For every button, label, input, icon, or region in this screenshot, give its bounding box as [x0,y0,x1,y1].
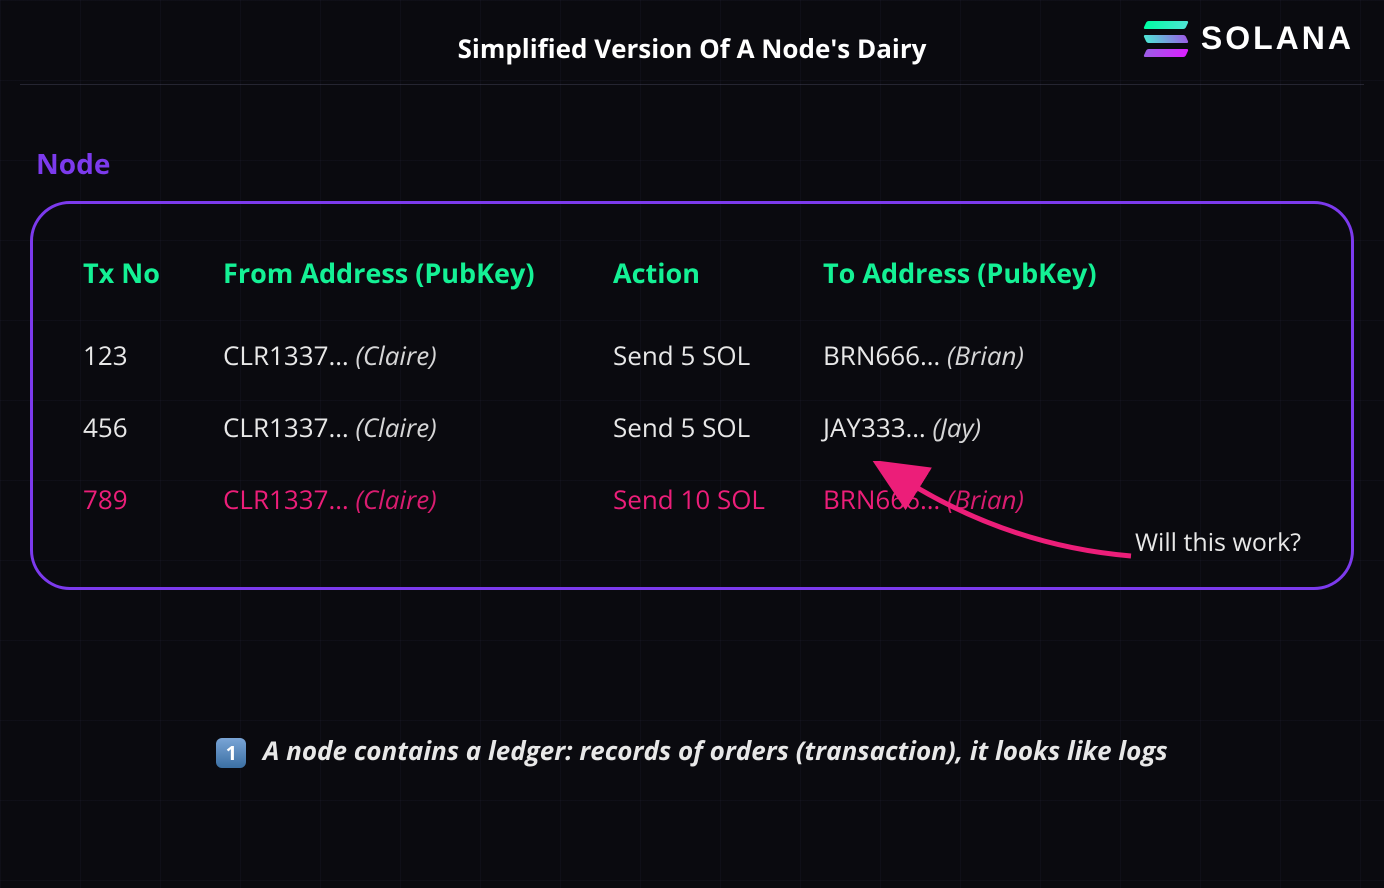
cell-from: CLR1337… (Claire) [223,337,603,373]
node-label: Node [36,145,1354,183]
table-row: 123 CLR1337… (Claire) Send 5 SOL BRN666…… [83,337,1301,373]
table-row-highlighted: 789 CLR1337… (Claire) Send 10 SOL BRN666… [83,481,1301,517]
cell-to: BRN666… (Brian) [823,481,1301,517]
cell-action: Send 5 SOL [613,409,813,445]
page-title: Simplified Version Of A Node's Dairy [458,30,927,66]
node-box: Tx No From Address (PubKey) Action To Ad… [30,201,1354,590]
ledger-table: Tx No From Address (PubKey) Action To Ad… [83,254,1301,517]
solana-logo: SOLANA [1145,20,1354,57]
table-header-row: Tx No From Address (PubKey) Action To Ad… [83,254,1301,291]
cell-txno: 789 [83,481,213,517]
col-header-action: Action [613,254,813,291]
cell-from: CLR1337… (Claire) [223,409,603,445]
cell-to: BRN666… (Brian) [823,337,1301,373]
col-header-from: From Address (PubKey) [223,254,603,291]
table-row: 456 CLR1337… (Claire) Send 5 SOL JAY333…… [83,409,1301,445]
cell-action: Send 5 SOL [613,337,813,373]
cell-action: Send 10 SOL [613,481,813,517]
number-badge-icon: 1 [216,738,246,768]
cell-from: CLR1337… (Claire) [223,481,603,517]
solana-mark-icon [1145,21,1187,57]
caption-text: A node contains a ledger: records of ord… [263,732,1168,768]
header: Simplified Version Of A Node's Dairy SOL… [20,0,1364,85]
cell-to: JAY333… (Jay) [823,409,1301,445]
col-header-to: To Address (PubKey) [823,254,1301,291]
col-header-txno: Tx No [83,254,213,291]
cell-txno: 123 [83,337,213,373]
cell-txno: 456 [83,409,213,445]
annotation-text: Will this work? [1135,525,1301,559]
caption: 1 A node contains a ledger: records of o… [0,732,1384,768]
content-area: Node Tx No From Address (PubKey) Action … [0,85,1384,590]
solana-wordmark: SOLANA [1201,20,1354,57]
